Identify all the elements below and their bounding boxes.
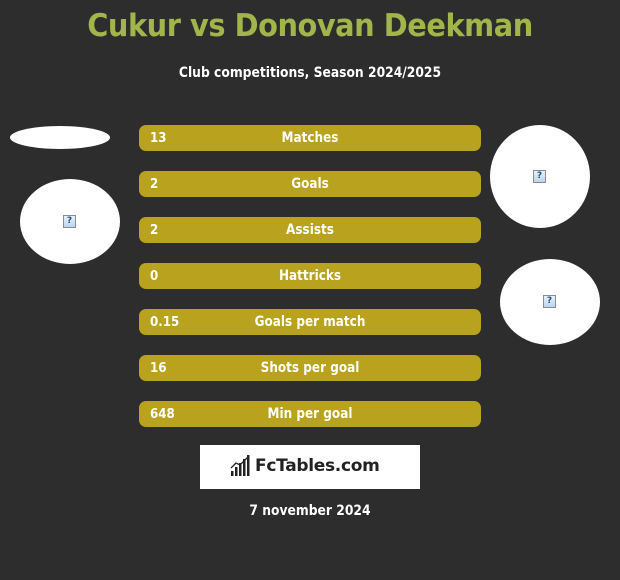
left-player-photo: ? bbox=[20, 179, 120, 264]
broken-image-icon: ? bbox=[543, 295, 556, 308]
stat-label: Shots per goal bbox=[260, 360, 360, 376]
stat-label: Goals per match bbox=[254, 314, 366, 330]
stat-row-assists: 2 Assists bbox=[139, 217, 481, 243]
stat-label: Matches bbox=[281, 130, 339, 146]
fctables-logo-link[interactable]: FcTables.com bbox=[200, 445, 420, 489]
page-subtitle: Club competitions, Season 2024/2025 bbox=[178, 65, 442, 81]
bar-chart-icon bbox=[230, 455, 250, 476]
stat-row-goals-per-match: 0.15 Goals per match bbox=[139, 309, 481, 335]
stat-label: Assists bbox=[286, 222, 334, 238]
stat-label: Hattricks bbox=[278, 268, 342, 284]
brand-name: FcTables.com bbox=[255, 456, 380, 476]
page-title: Cukur vs Donovan Deekman bbox=[87, 8, 533, 44]
stat-value: 2 bbox=[150, 222, 159, 238]
stat-row-hattricks: 0 Hattricks bbox=[139, 263, 481, 289]
stat-row-shots-per-goal: 16 Shots per goal bbox=[139, 355, 481, 381]
stat-row-goals: 2 Goals bbox=[139, 171, 481, 197]
stat-label: Goals bbox=[291, 176, 329, 192]
right-player-badge: ? bbox=[500, 259, 600, 345]
stat-value: 0 bbox=[150, 268, 159, 284]
stat-value: 2 bbox=[150, 176, 159, 192]
date-label: 7 november 2024 bbox=[249, 503, 371, 519]
right-player-photo: ? bbox=[490, 125, 590, 228]
broken-image-icon: ? bbox=[533, 169, 546, 183]
left-player-badge bbox=[10, 126, 110, 149]
stat-row-matches: 13 Matches bbox=[139, 125, 481, 151]
stat-row-min-per-goal: 648 Min per goal bbox=[139, 401, 481, 427]
stat-label: Min per goal bbox=[267, 406, 353, 422]
broken-image-icon: ? bbox=[63, 214, 76, 228]
